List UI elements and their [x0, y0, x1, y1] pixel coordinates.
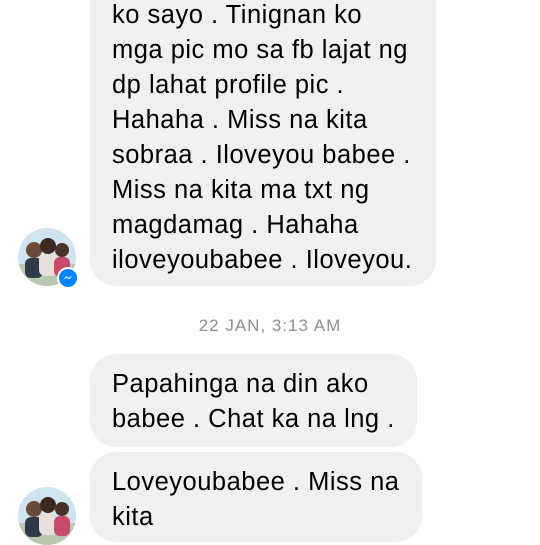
- contact-photo-icon: [18, 487, 76, 545]
- message-line: Miss na kita ma txt ng: [112, 176, 370, 204]
- message-line: kita: [112, 503, 154, 531]
- received-message-bubble[interactable]: Papahinga na din ako babee . Chat ka na …: [90, 354, 417, 447]
- messenger-icon: [59, 269, 77, 287]
- received-message-bubble[interactable]: Loveyoubabee . Miss na kita: [90, 452, 422, 542]
- message-line: mga pic mo sa fb lajat ng: [112, 36, 408, 64]
- message-line: babee . Chat ka na lng .: [112, 405, 395, 433]
- contact-avatar[interactable]: [18, 487, 76, 545]
- received-message-bubble[interactable]: ko sayo . Tinignan ko mga pic mo sa fb l…: [90, 0, 436, 286]
- message-line: dp lahat profile pic .: [112, 71, 345, 99]
- message-line: magdamag . Hahaha: [112, 211, 359, 239]
- message-line: Loveyoubabee . Miss na: [112, 468, 400, 496]
- messenger-badge: [57, 267, 79, 289]
- message-line: Papahinga na din ako: [112, 370, 369, 398]
- message-line: iloveyoubabee . Iloveyou.: [112, 246, 413, 274]
- message-line: Hahaha . Miss na kita: [112, 106, 368, 134]
- message-line: sobraa . Iloveyou babee .: [112, 141, 411, 169]
- message-line: ko sayo . Tinignan ko: [112, 1, 363, 29]
- message-timestamp: 22 JAN, 3:13 AM: [198, 316, 342, 335]
